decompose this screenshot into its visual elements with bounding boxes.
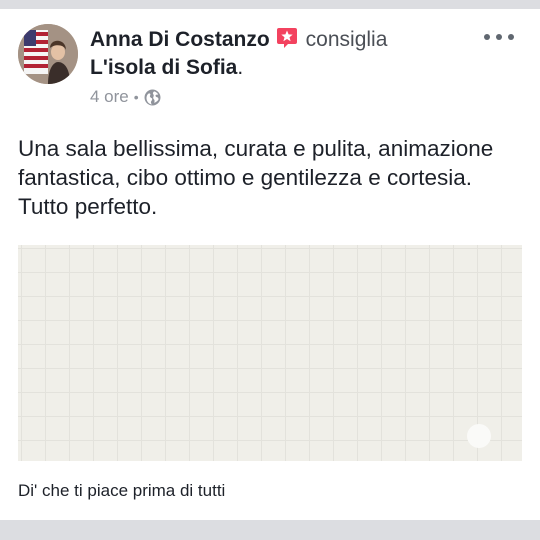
post-time[interactable]: 4 ore [90,86,129,108]
location-map[interactable] [18,245,522,461]
map-marker [467,424,491,448]
more-dot [496,34,502,40]
avatar-image [18,24,78,84]
post-header: Anna Di Costanzo consiglia [90,27,387,56]
more-dot [484,34,490,40]
post-meta: 4 ore • [90,86,161,108]
globe-icon [144,89,161,106]
author-name[interactable]: Anna Di Costanzo [90,28,270,51]
more-dot [508,34,514,40]
post-action: consiglia [305,28,388,51]
more-options-icon[interactable] [484,30,514,44]
like-prompt[interactable]: Di' che ti piace prima di tutti [18,480,225,502]
post-text: Una sala bellissima, curata e pulita, an… [18,136,494,219]
page-suffix: . [237,56,244,79]
recommended-page: L'isola di Sofia. [90,55,243,81]
avatar[interactable] [18,24,78,84]
recommendation-star-icon [276,27,298,56]
page-name[interactable]: L'isola di Sofia [90,56,237,79]
bottom-divider [0,520,540,540]
meta-separator: • [133,89,139,105]
top-divider [0,0,540,9]
